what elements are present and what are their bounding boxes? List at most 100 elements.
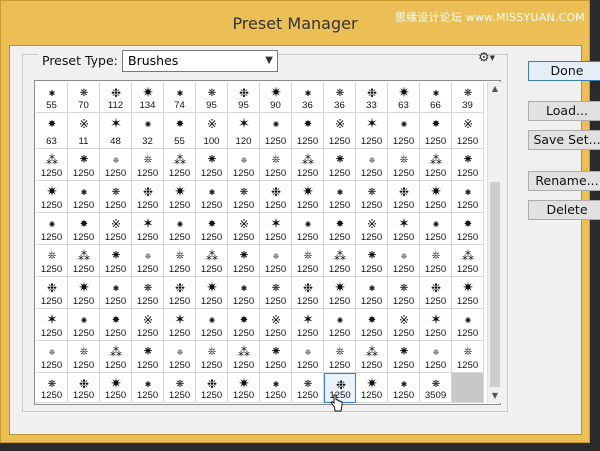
brush-preset-cell[interactable]: ❈ 1250	[420, 341, 452, 373]
brush-preset-cell[interactable]: ※ 1250	[228, 213, 260, 245]
brush-preset-cell[interactable]: ⁕ 1250	[260, 341, 292, 373]
brush-preset-cell[interactable]: ✺ 1250	[324, 309, 356, 341]
brush-preset-cell[interactable]: ✷ 1250	[356, 373, 388, 403]
brush-preset-cell[interactable]: ✸ 55	[164, 113, 196, 149]
brush-preset-cell[interactable]: ※ 1250	[388, 309, 420, 341]
brush-preset-cell[interactable]: ✶ 1250	[388, 213, 420, 245]
brush-preset-cell[interactable]: ⁕ 1250	[324, 149, 356, 181]
brush-preset-cell[interactable]: ✱ 1250	[196, 181, 228, 213]
rename-button[interactable]: Rename...	[528, 171, 600, 191]
brush-preset-cell[interactable]: ❊ 1250	[196, 341, 228, 373]
brush-preset-cell[interactable]: ❉ 1250	[388, 181, 420, 213]
brush-preset-cell[interactable]: ❋ 1250	[36, 373, 68, 403]
brush-preset-cell[interactable]: ⁂ 1250	[324, 245, 356, 277]
load-button[interactable]: Load...	[528, 101, 600, 121]
brush-preset-cell[interactable]: ✷ 1250	[292, 181, 324, 213]
brush-preset-cell[interactable]: ❉ 1250	[132, 181, 164, 213]
brush-preset-cell[interactable]: ⁕ 1250	[68, 149, 100, 181]
brush-preset-cell[interactable]: ✺ 1250	[260, 113, 292, 149]
brush-preset-cell[interactable]: ✸ 1250	[68, 213, 100, 245]
brush-preset-cell[interactable]: ✸ 1250	[100, 309, 132, 341]
brush-preset-cell[interactable]: ※ 1250	[260, 309, 292, 341]
brush-preset-cell[interactable]: ❋ 1250	[132, 277, 164, 309]
brush-preset-cell[interactable]: ※ 11	[68, 113, 100, 149]
brush-preset-cell[interactable]: ❋ 36	[324, 82, 356, 113]
brush-preset-cell[interactable]: ❊ 1250	[324, 341, 356, 373]
brush-preset-cell[interactable]: ✺ 32	[132, 113, 164, 149]
brush-preset-cell[interactable]: ❈ 1250	[388, 245, 420, 277]
brush-preset-cell[interactable]: ❊ 1250	[420, 245, 452, 277]
brush-preset-cell[interactable]: ✶ 120	[228, 113, 260, 149]
brush-preset-cell[interactable]: ✱ 1250	[132, 373, 164, 403]
gear-icon[interactable]: ⚙▼	[478, 50, 495, 67]
brush-preset-cell[interactable]: ✸ 1250	[356, 309, 388, 341]
brush-preset-cell[interactable]: ✺ 1250	[388, 113, 420, 149]
save-set-button[interactable]: Save Set...	[528, 130, 600, 150]
brush-preset-cell[interactable]: ※ 1250	[452, 113, 484, 149]
brush-preset-cell[interactable]: ✷ 1250	[324, 277, 356, 309]
delete-button[interactable]: Delete	[528, 200, 600, 220]
brush-preset-cell[interactable]: ❈ 1250	[260, 245, 292, 277]
brush-preset-cell[interactable]: ※ 1250	[324, 113, 356, 149]
brush-preset-cell[interactable]: ✸ 1250	[420, 113, 452, 149]
brush-preset-cell[interactable]: ✶ 48	[100, 113, 132, 149]
brush-preset-cell[interactable]: ✷ 1250	[420, 181, 452, 213]
vertical-scrollbar[interactable]: ▲ ▼	[487, 82, 501, 403]
brush-preset-cell[interactable]: ❋ 1250	[100, 181, 132, 213]
brush-preset-cell[interactable]: ⁂ 1250	[100, 341, 132, 373]
brush-preset-cell[interactable]: ✷ 1250	[196, 277, 228, 309]
brush-preset-cell[interactable]: ✺ 1250	[292, 213, 324, 245]
brush-preset-cell[interactable]: ✱ 55	[36, 82, 68, 113]
brush-preset-cell[interactable]: ❊ 1250	[452, 341, 484, 373]
brush-preset-cell[interactable]: ✱ 1250	[100, 277, 132, 309]
brush-preset-cell[interactable]: ❋ 3509	[420, 373, 452, 403]
brush-preset-cell[interactable]: ❈ 1250	[356, 149, 388, 181]
brush-preset-cell[interactable]: ❊ 1250	[132, 149, 164, 181]
brush-preset-cell[interactable]: ✺ 1250	[420, 213, 452, 245]
brush-preset-cell[interactable]: ❈ 1250	[132, 245, 164, 277]
brush-preset-cell[interactable]: ✱ 1250	[260, 373, 292, 403]
brush-preset-cell[interactable]: ❊ 1250	[36, 245, 68, 277]
brush-preset-cell[interactable]: ⁂ 1250	[164, 149, 196, 181]
brush-preset-cell[interactable]: ❋ 1250	[228, 181, 260, 213]
brush-preset-cell[interactable]: ❊ 1250	[164, 245, 196, 277]
brush-preset-cell[interactable]: ⁂ 1250	[452, 245, 484, 277]
scroll-down-icon[interactable]: ▼	[488, 389, 502, 403]
brush-preset-cell[interactable]: ⁂ 1250	[228, 341, 260, 373]
brush-preset-cell[interactable]: ✱ 74	[164, 82, 196, 113]
brush-preset-cell[interactable]: ❉ 95	[228, 82, 260, 113]
brush-preset-cell[interactable]: ✺ 1250	[68, 309, 100, 341]
brush-preset-cell[interactable]: ✱ 1250	[324, 181, 356, 213]
brush-preset-cell[interactable]: ✱ 1250	[68, 181, 100, 213]
preset-type-select[interactable]: Brushes ▼	[122, 50, 278, 72]
brush-preset-cell[interactable]: ✱ 66	[420, 82, 452, 113]
brush-preset-cell[interactable]: ✸ 1250	[452, 213, 484, 245]
brush-preset-cell[interactable]: ❊ 1250	[260, 149, 292, 181]
brush-preset-cell[interactable]: ✱ 1250	[356, 277, 388, 309]
brush-preset-cell[interactable]: ✸ 1250	[228, 309, 260, 341]
brush-preset-cell[interactable]: ✸ 1250	[196, 213, 228, 245]
brush-preset-cell[interactable]: ✱ 1250	[388, 373, 420, 403]
brush-preset-cell[interactable]: ⁂ 1250	[36, 149, 68, 181]
brush-preset-cell[interactable]: ✷ 1250	[164, 181, 196, 213]
brush-preset-cell[interactable]: ❊ 1250	[68, 341, 100, 373]
brush-preset-cell[interactable]: ✺ 1250	[164, 213, 196, 245]
brush-preset-cell[interactable]: ⁂ 1250	[292, 149, 324, 181]
brush-preset-cell[interactable]: ✱ 1250	[452, 181, 484, 213]
brush-preset-cell[interactable]: ⁂ 1250	[420, 149, 452, 181]
brush-preset-cell[interactable]: ❋ 1250	[164, 373, 196, 403]
brush-preset-cell[interactable]: ❉ 33	[356, 82, 388, 113]
brush-preset-cell[interactable]: ✷ 1250	[36, 181, 68, 213]
brush-preset-cell[interactable]: ※ 100	[196, 113, 228, 149]
brush-preset-cell[interactable]: ❋ 70	[68, 82, 100, 113]
brush-preset-cell[interactable]: ⁂ 1250	[356, 341, 388, 373]
brush-preset-cell[interactable]: ❊ 1250	[292, 245, 324, 277]
brush-preset-cell[interactable]: ✱ 1250	[228, 277, 260, 309]
brush-preset-cell[interactable]: ※ 1250	[100, 213, 132, 245]
brush-preset-cell[interactable]: ❊ 1250	[388, 149, 420, 181]
brush-preset-cell[interactable]: ❉ 1250	[420, 277, 452, 309]
brush-preset-cell[interactable]: ✸ 1250	[292, 113, 324, 149]
brush-preset-cell[interactable]: ❉ 1250	[196, 373, 228, 403]
brush-preset-cell[interactable]: ⁕ 1250	[132, 341, 164, 373]
brush-preset-cell[interactable]: ✸ 63	[36, 113, 68, 149]
